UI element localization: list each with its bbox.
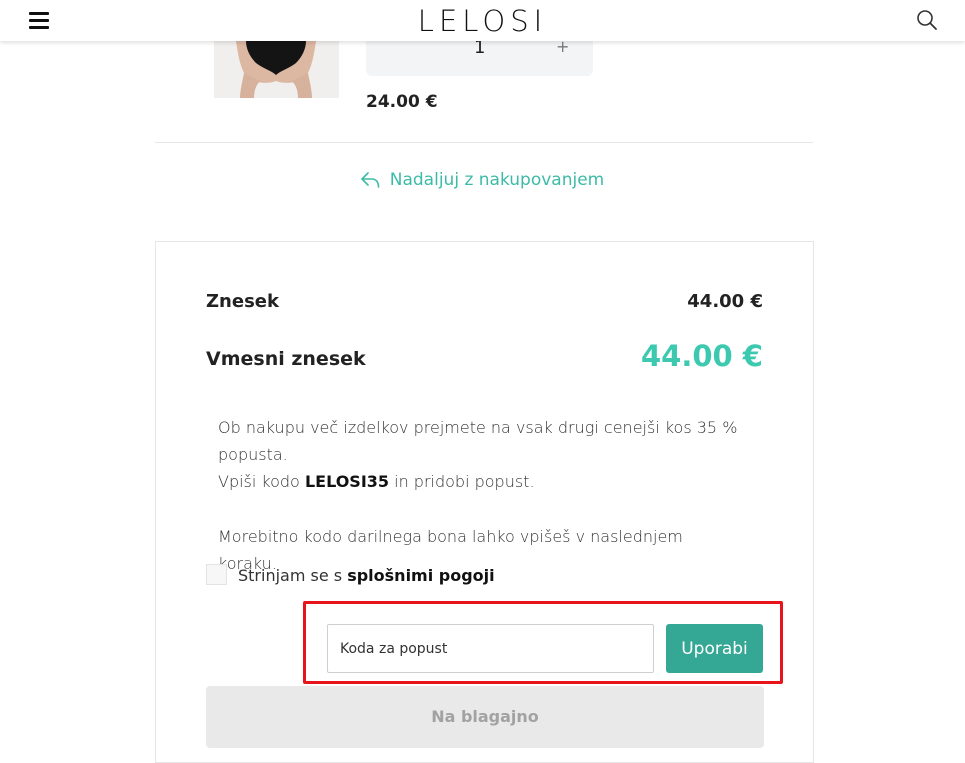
checkout-button[interactable]: Na blagajno — [206, 686, 764, 748]
continue-shopping-label: Nadaljuj z nakupovanjem — [389, 170, 605, 190]
apply-discount-button[interactable]: Uporabi — [666, 624, 763, 673]
terms-link[interactable]: splošnimi pogoji — [347, 566, 494, 585]
subtotal-label: Vmesni znesek — [206, 348, 366, 370]
info-line-2-suffix: in pridobi popust. — [389, 472, 535, 491]
site-logo[interactable]: LELOSI — [0, 2, 965, 40]
product-image[interactable] — [214, 41, 339, 98]
subtotal-value: 44.00 € — [640, 339, 763, 373]
order-summary-card: Znesek 44.00 € Vmesni znesek 44.00 € Ob … — [155, 241, 814, 763]
discount-code-input[interactable] — [327, 624, 654, 673]
promo-code: LELOSI35 — [304, 472, 390, 491]
amount-label: Znesek — [206, 291, 279, 312]
reply-arrow-icon — [360, 172, 380, 188]
site-header: LELOSI — [0, 0, 965, 41]
quantity-stepper[interactable]: 1 + — [366, 37, 593, 76]
divider — [155, 142, 813, 143]
terms-row: Strinjam se s splošnimi pogoji — [206, 564, 495, 585]
terms-checkbox[interactable] — [206, 564, 227, 585]
info-line-2: Vpiši kodo LELOSI35 in pridobi popust. — [218, 468, 738, 495]
discount-info: Ob nakupu več izdelkov prejmete na vsak … — [218, 414, 738, 577]
info-line-2-text: Vpiši kodo — [218, 472, 305, 491]
terms-label: Strinjam se s — [238, 566, 348, 585]
info-line-1: Ob nakupu več izdelkov prejmete na vsak … — [218, 418, 738, 464]
amount-value: 44.00 € — [687, 291, 763, 312]
search-icon[interactable] — [916, 9, 938, 31]
product-price: 24.00 € — [366, 92, 438, 112]
continue-shopping-link[interactable]: Nadaljuj z nakupovanjem — [0, 170, 965, 190]
